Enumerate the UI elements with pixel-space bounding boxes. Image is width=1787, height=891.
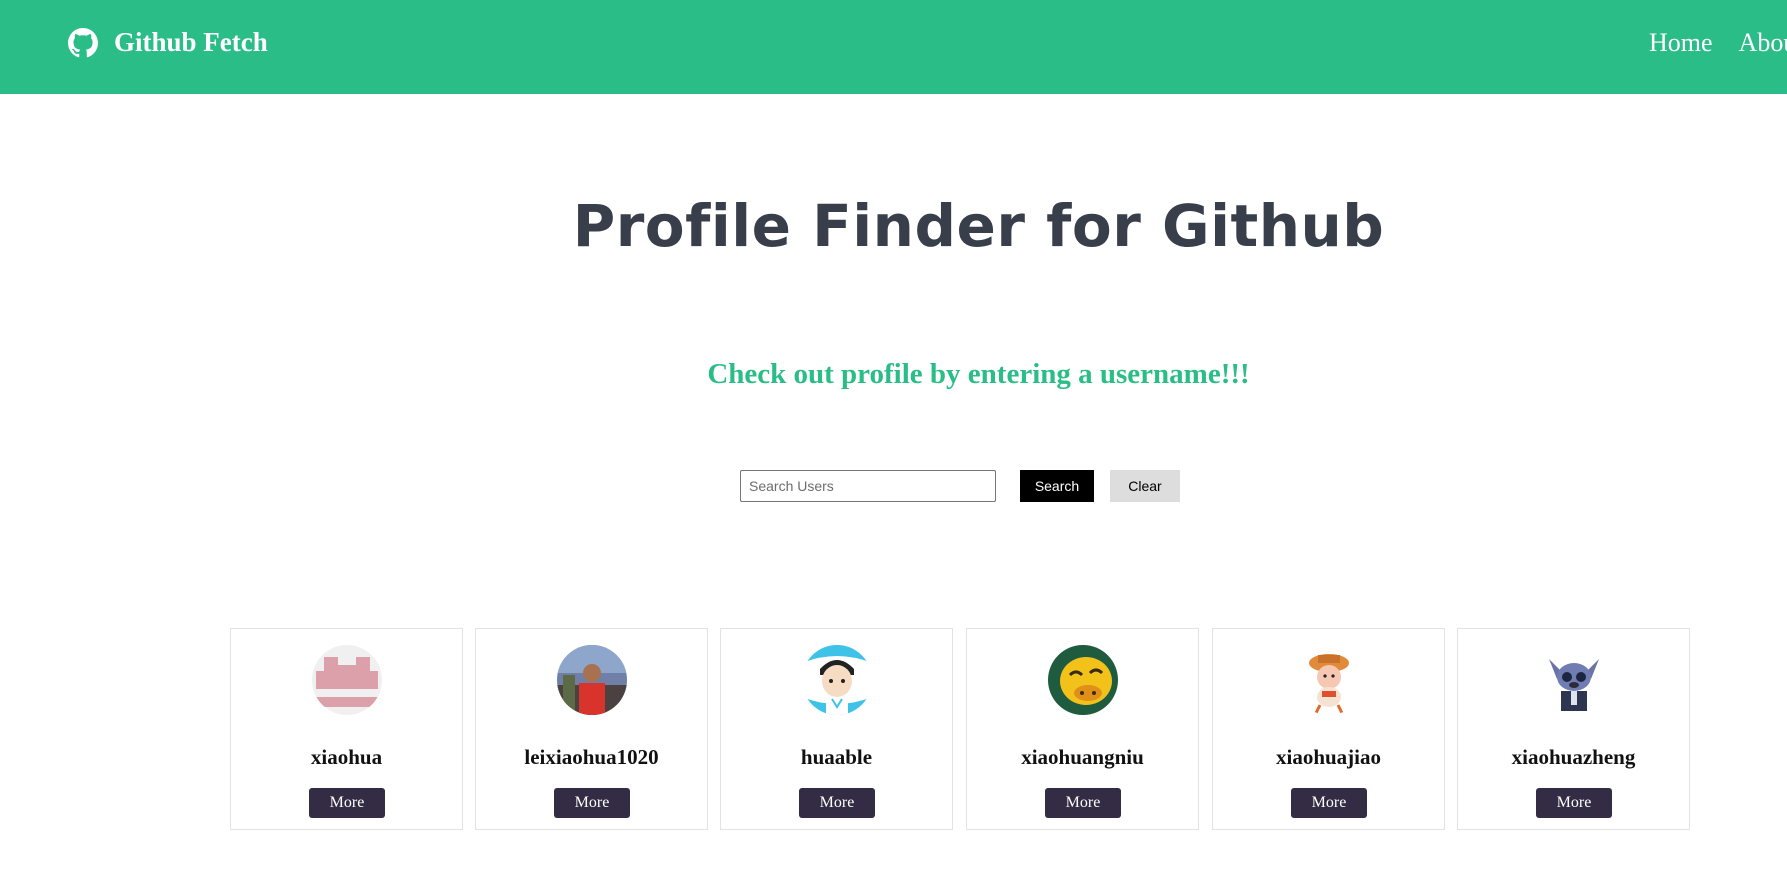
- github-icon: [68, 27, 98, 57]
- navbar: Github Fetch Home About: [0, 0, 1787, 94]
- page-subtitle: Check out profile by entering a username…: [707, 358, 1250, 390]
- username: xiaohuajiao: [1275, 745, 1382, 769]
- more-button[interactable]: More: [1291, 788, 1367, 818]
- more-button[interactable]: More: [799, 788, 875, 818]
- username: huaable: [800, 745, 873, 769]
- user-card: xiaohua More: [230, 628, 463, 830]
- more-button[interactable]: More: [309, 788, 385, 818]
- avatar: [1539, 645, 1609, 715]
- page-title: Profile Finder for Github: [572, 192, 1385, 260]
- brand-name: Github Fetch: [114, 27, 268, 57]
- avatar: [802, 645, 872, 715]
- nav-about-link[interactable]: About: [1739, 28, 1787, 57]
- avatar: [1294, 645, 1364, 715]
- clear-button[interactable]: Clear: [1110, 470, 1180, 502]
- username: xiaohuangniu: [1021, 745, 1144, 769]
- user-card: leixiaohua1020 More: [475, 628, 708, 830]
- avatar: [557, 645, 627, 715]
- brand-link[interactable]: Github Fetch: [68, 27, 268, 58]
- more-button[interactable]: More: [554, 788, 630, 818]
- username: xiaohuazheng: [1511, 745, 1636, 769]
- avatar: [1048, 645, 1118, 715]
- more-button[interactable]: More: [1536, 788, 1612, 818]
- user-card: xiaohuajiao More: [1212, 628, 1445, 830]
- search-input[interactable]: [740, 470, 996, 502]
- user-card: xiaohuangniu More: [966, 628, 1199, 830]
- more-button[interactable]: More: [1045, 788, 1121, 818]
- search-button[interactable]: Search: [1020, 470, 1094, 502]
- username: xiaohua: [310, 745, 383, 769]
- avatar: [312, 645, 382, 715]
- user-card: xiaohuazheng More: [1457, 628, 1690, 830]
- nav-home-link[interactable]: Home: [1649, 28, 1713, 57]
- username: leixiaohua1020: [524, 745, 659, 769]
- nav-links: Home About: [1649, 28, 1787, 58]
- user-card: huaable More: [720, 628, 953, 830]
